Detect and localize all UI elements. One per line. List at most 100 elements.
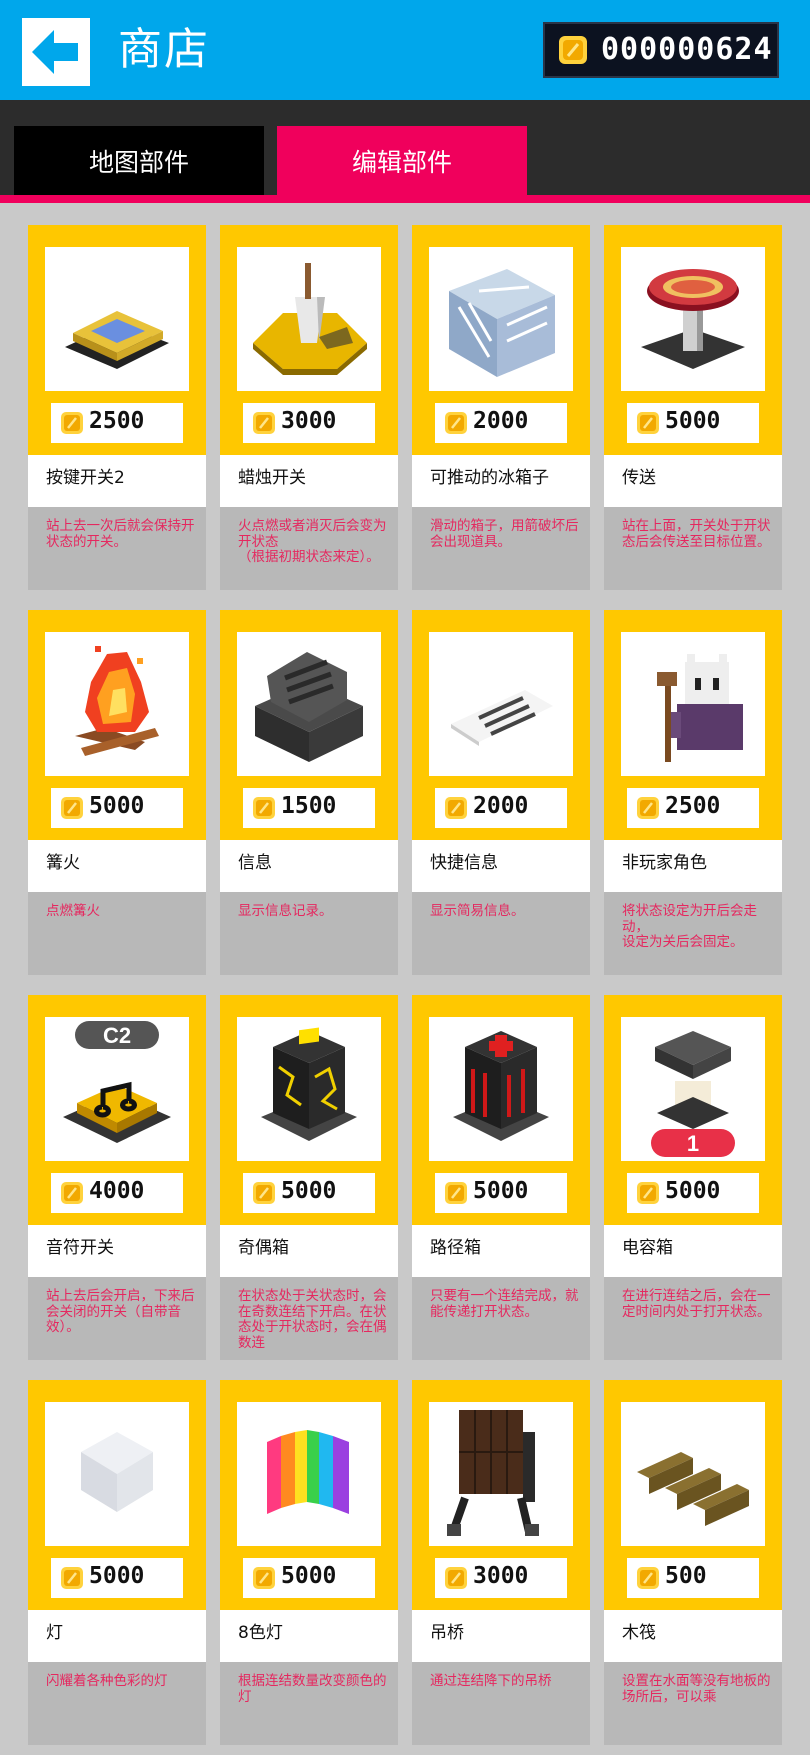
item-description: 显示简易信息。 (430, 903, 525, 919)
tab-map-parts[interactable]: 地图部件 (14, 126, 264, 195)
price-tag: 500 (627, 1558, 759, 1598)
item-name-bar: 传送 (604, 455, 782, 507)
price-tag: 5000 (243, 1173, 375, 1213)
price-tag: 2000 (435, 403, 567, 443)
item-description: 在进行连结之后，会在一定时间内处于打开状态。 (622, 1288, 771, 1320)
price-tag: 5000 (243, 1558, 375, 1598)
coin-icon (445, 1182, 467, 1204)
item-description-box: 在进行连结之后，会在一定时间内处于打开状态。 (604, 1277, 782, 1360)
item-thumbnail (621, 632, 765, 776)
parity-box-icon (261, 1027, 357, 1141)
back-button[interactable] (22, 18, 90, 86)
coin-icon (253, 1182, 275, 1204)
item-name: 蜡烛开关 (238, 468, 306, 488)
shop-item-card[interactable]: 3000 吊桥 通过连结降下的吊桥 (412, 1380, 590, 1745)
capacitor-box-icon: 1 (651, 1031, 735, 1157)
item-description-box: 闪耀着各种色彩的灯 (28, 1662, 206, 1745)
item-name: 电容箱 (622, 1238, 673, 1258)
item-description-box: 站上去后会开启，下来后会关闭的开关（自带音效）。 (28, 1277, 206, 1360)
item-name: 信息 (238, 853, 272, 873)
item-description-box: 显示信息记录。 (220, 892, 398, 975)
item-name: 灯 (46, 1623, 63, 1643)
price-tag: 5000 (51, 788, 183, 828)
item-description: 闪耀着各种色彩的灯 (46, 1673, 168, 1689)
top-bar: 商店 000000624 (0, 0, 810, 100)
raft-icon (637, 1452, 749, 1526)
shop-item-card[interactable]: 5000 奇偶箱 在状态处于关状态时，会在奇数连结下开启。在状态处于开状态时，会… (220, 995, 398, 1360)
item-description: 点燃篝火 (46, 903, 100, 919)
item-description-box: 显示简易信息。 (412, 892, 590, 975)
item-description: 只要有一个连结完成，就能传递打开状态。 (430, 1288, 579, 1320)
coin-counter: 000000624 (543, 22, 779, 78)
item-description: 站上去一次后就会保持开状态的开关。 (46, 518, 195, 550)
item-name-bar: 信息 (220, 840, 398, 892)
item-name-bar: 8色灯 (220, 1610, 398, 1662)
item-price: 4000 (89, 1178, 145, 1204)
item-name: 非玩家角色 (622, 853, 707, 873)
drawbridge-icon (447, 1410, 539, 1536)
candle-icon (253, 263, 367, 375)
price-tag: 3000 (435, 1558, 567, 1598)
quick-message-icon (451, 690, 553, 746)
path-box-icon (453, 1031, 549, 1141)
item-name: 快捷信息 (430, 853, 498, 873)
item-description: 站在上面，开关处于开状态后会传送至目标位置。 (622, 518, 771, 550)
shop-item-card[interactable]: 2500 非玩家角色 将状态设定为开后会走动， 设定为关后会固定。 (604, 610, 782, 975)
item-price: 2000 (473, 793, 529, 819)
item-name-bar: 木筏 (604, 1610, 782, 1662)
coin-icon (61, 797, 83, 819)
item-description-box: 根据连结数量改变颜色的灯 (220, 1662, 398, 1745)
item-thumbnail (621, 247, 765, 391)
item-description: 站上去后会开启，下来后会关闭的开关（自带音效）。 (46, 1288, 195, 1335)
shop-item-card[interactable]: 2000 可推动的冰箱子 滑动的箱子，用箭破坏后会出现道具。 (412, 225, 590, 590)
item-description: 根据连结数量改变颜色的灯 (238, 1673, 387, 1705)
item-description: 将状态设定为开后会走动， 设定为关后会固定。 (622, 903, 757, 950)
item-thumbnail (429, 247, 573, 391)
item-description: 在状态处于关状态时，会在奇数连结下开启。在状态处于开状态时，会在偶数连 (238, 1288, 387, 1351)
shop-item-card[interactable]: 5000 篝火 点燃篝火 (28, 610, 206, 975)
tab-edit-parts[interactable]: 编辑部件 (277, 126, 527, 195)
item-thumbnail (429, 1017, 573, 1161)
coin-icon (253, 412, 275, 434)
shop-item-card[interactable]: 2500 按键开关2 站上去一次后就会保持开状态的开关。 (28, 225, 206, 590)
price-tag: 4000 (51, 1173, 183, 1213)
item-name-bar: 音符开关 (28, 1225, 206, 1277)
item-description: 设置在水面等没有地板的场所后，可以乘 (622, 1673, 771, 1705)
item-price: 5000 (665, 1178, 721, 1204)
shop-item-card[interactable]: 5000 灯 闪耀着各种色彩的灯 (28, 1380, 206, 1745)
item-description: 通过连结降下的吊桥 (430, 1673, 552, 1689)
item-price: 3000 (281, 408, 337, 434)
shop-item-card[interactable]: 5000 8色灯 根据连结数量改变颜色的灯 (220, 1380, 398, 1745)
item-thumbnail: 1 (621, 1017, 765, 1161)
price-tag: 2000 (435, 788, 567, 828)
item-description-box: 站上去一次后就会保持开状态的开关。 (28, 507, 206, 590)
shop-item-card[interactable]: 1 5000 电容箱 在进行连结之后，会在一定时间内处于打开状态。 (604, 995, 782, 1360)
item-description-box: 火点燃或者消灭后会变为开状态 （根据初期状态来定）。 (220, 507, 398, 590)
item-thumbnail (429, 632, 573, 776)
item-description: 火点燃或者消灭后会变为开状态 （根据初期状态来定）。 (238, 518, 387, 565)
tab-underline (0, 195, 810, 203)
shop-item-card[interactable]: 1500 信息 显示信息记录。 (220, 610, 398, 975)
item-description-box: 站在上面，开关处于开状态后会传送至目标位置。 (604, 507, 782, 590)
item-name-bar: 灯 (28, 1610, 206, 1662)
shop-item-card[interactable]: 5000 路径箱 只要有一个连结完成，就能传递打开状态。 (412, 995, 590, 1360)
price-tag: 1500 (243, 788, 375, 828)
rainbow-lamp-icon (267, 1430, 349, 1514)
item-thumbnail (45, 1402, 189, 1546)
shop-item-card[interactable]: 500 木筏 设置在水面等没有地板的场所后，可以乘 (604, 1380, 782, 1745)
item-name-bar: 非玩家角色 (604, 840, 782, 892)
shop-item-card[interactable]: 2000 快捷信息 显示简易信息。 (412, 610, 590, 975)
shop-item-card[interactable]: 5000 传送 站在上面，开关处于开状态后会传送至目标位置。 (604, 225, 782, 590)
item-thumbnail (237, 247, 381, 391)
item-price: 2500 (665, 793, 721, 819)
teleport-icon (641, 269, 745, 369)
item-name-bar: 按键开关2 (28, 455, 206, 507)
coin-icon (253, 797, 275, 819)
npc-icon (657, 654, 743, 762)
price-tag: 5000 (51, 1558, 183, 1598)
price-tag: 5000 (627, 403, 759, 443)
shop-item-card[interactable]: C2 4000 音符开关 站上去后会开启，下来后会关闭的开关（自带音效）。 (28, 995, 206, 1360)
shop-item-card[interactable]: 3000 蜡烛开关 火点燃或者消灭后会变为开状态 （根据初期状态来定）。 (220, 225, 398, 590)
item-description-box: 将状态设定为开后会走动， 设定为关后会固定。 (604, 892, 782, 975)
item-price: 5000 (473, 1178, 529, 1204)
